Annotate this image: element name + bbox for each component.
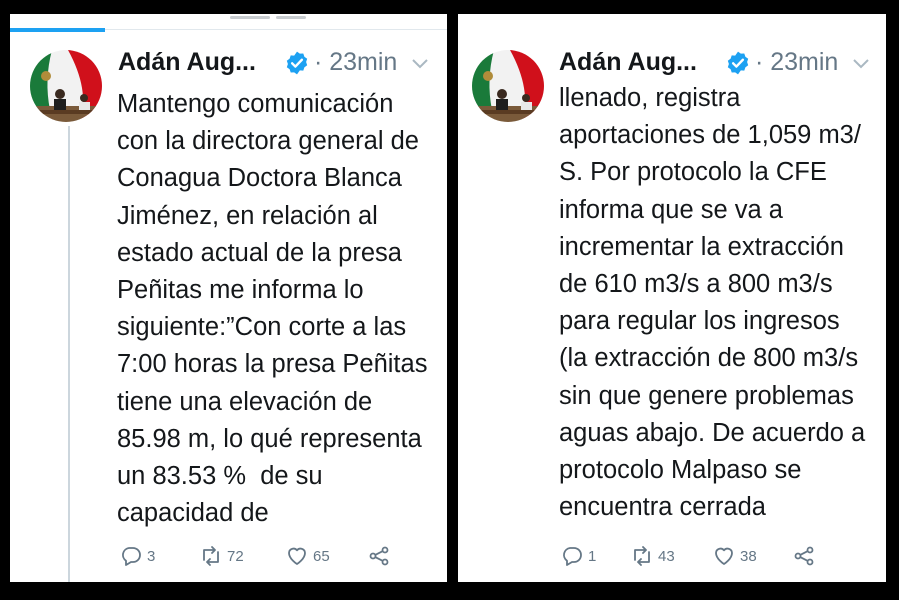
divider <box>105 29 447 30</box>
retweet-icon <box>203 546 219 566</box>
thread-connector-line <box>68 126 70 582</box>
author-name[interactable]: Adán Aug... <box>118 48 256 77</box>
tweet-time[interactable]: · 23min <box>314 48 397 77</box>
avatar[interactable] <box>472 50 544 122</box>
text-line: capacidad de <box>117 499 269 528</box>
tweet-header: Adán Aug... · 23min <box>559 48 870 77</box>
retweet-button[interactable]: 72 <box>199 544 285 568</box>
text-line: tiene una elevación de <box>117 387 373 416</box>
text-line: informa que se va a <box>559 195 783 224</box>
tweet-text: Mantengo comunicación con la directora g… <box>117 86 427 532</box>
text-line: incrementar la extracción <box>559 232 844 261</box>
text-line: de 610 m3/s a 800 m3/s <box>559 270 833 299</box>
text-line: un 83.53 % de su <box>117 462 323 491</box>
text-line: Mantengo comunicación <box>117 90 394 118</box>
text-line: protocolo Malpaso se <box>559 456 802 485</box>
like-button[interactable]: 65 <box>285 544 367 568</box>
verified-badge-icon <box>284 50 310 76</box>
share-button[interactable] <box>367 544 395 568</box>
avatar[interactable] <box>30 50 102 122</box>
chevron-down-icon[interactable] <box>411 57 429 69</box>
cropped-previous-tweet <box>230 14 320 20</box>
like-button[interactable]: 38 <box>712 544 792 568</box>
reply-count: 1 <box>588 547 597 565</box>
reply-button[interactable]: 3 <box>119 544 199 568</box>
tweet-actions: 1 43 38 <box>560 544 820 568</box>
tab-indicator <box>10 28 105 32</box>
retweet-count: 43 <box>658 547 675 565</box>
text-line: 85.98 m, lo qué representa <box>117 424 422 453</box>
author-name[interactable]: Adán Aug... <box>559 48 697 77</box>
tweet-time-value: 23min <box>770 48 839 76</box>
heart-icon <box>288 547 306 565</box>
verified-badge-icon <box>725 50 751 76</box>
text-line: encuentra cerrada <box>559 493 766 522</box>
text-line: 7:00 horas la presa Peñitas <box>117 350 428 379</box>
tweet-header: Adán Aug... · 23min <box>118 48 429 77</box>
retweet-button[interactable]: 43 <box>630 544 712 568</box>
tweet-time-value: 23min <box>329 48 398 76</box>
text-line: con la directora general de <box>117 127 419 156</box>
text-line: Peñitas me informa lo <box>117 276 364 305</box>
text-line: S. Por protocolo la CFE <box>559 158 827 187</box>
retweet-icon <box>634 546 650 566</box>
text-line: aguas abajo. De acuerdo a <box>559 418 866 447</box>
tweet-time[interactable]: · 23min <box>755 48 838 77</box>
share-button[interactable] <box>792 544 820 568</box>
text-line: para regular los ingresos <box>559 307 840 336</box>
text-line: sin que genere problemas <box>559 381 854 410</box>
reply-icon <box>563 547 582 566</box>
text-line: llenado, registra <box>559 84 741 112</box>
reply-button[interactable]: 1 <box>560 544 630 568</box>
tweet-card-right[interactable]: Adán Aug... · 23min llenado, registra ap… <box>458 14 886 582</box>
heart-icon <box>715 547 733 565</box>
like-count: 38 <box>740 547 757 565</box>
reply-icon <box>122 547 141 566</box>
share-icon <box>369 546 389 566</box>
tweet-actions: 3 72 65 <box>119 544 395 568</box>
reply-count: 3 <box>147 547 156 565</box>
text-line: Conagua Doctora Blanca <box>117 164 402 193</box>
tweet-card-left[interactable]: Adán Aug... · 23min Mantengo comunicació… <box>10 14 447 582</box>
like-count: 65 <box>313 547 330 565</box>
retweet-count: 72 <box>227 547 244 565</box>
text-line: siguiente:”Con corte a las <box>117 313 407 342</box>
text-line: (la extracción de 800 m3/s <box>559 344 859 373</box>
text-line: Jiménez, en relación al <box>117 201 378 230</box>
chevron-down-icon[interactable] <box>852 57 870 69</box>
text-line: aportaciones de 1,059 m3/ <box>559 121 861 150</box>
share-icon <box>794 546 814 566</box>
text-line: estado actual de la presa <box>117 238 402 267</box>
tweet-text: llenado, registra aportaciones de 1,059 … <box>559 80 865 526</box>
